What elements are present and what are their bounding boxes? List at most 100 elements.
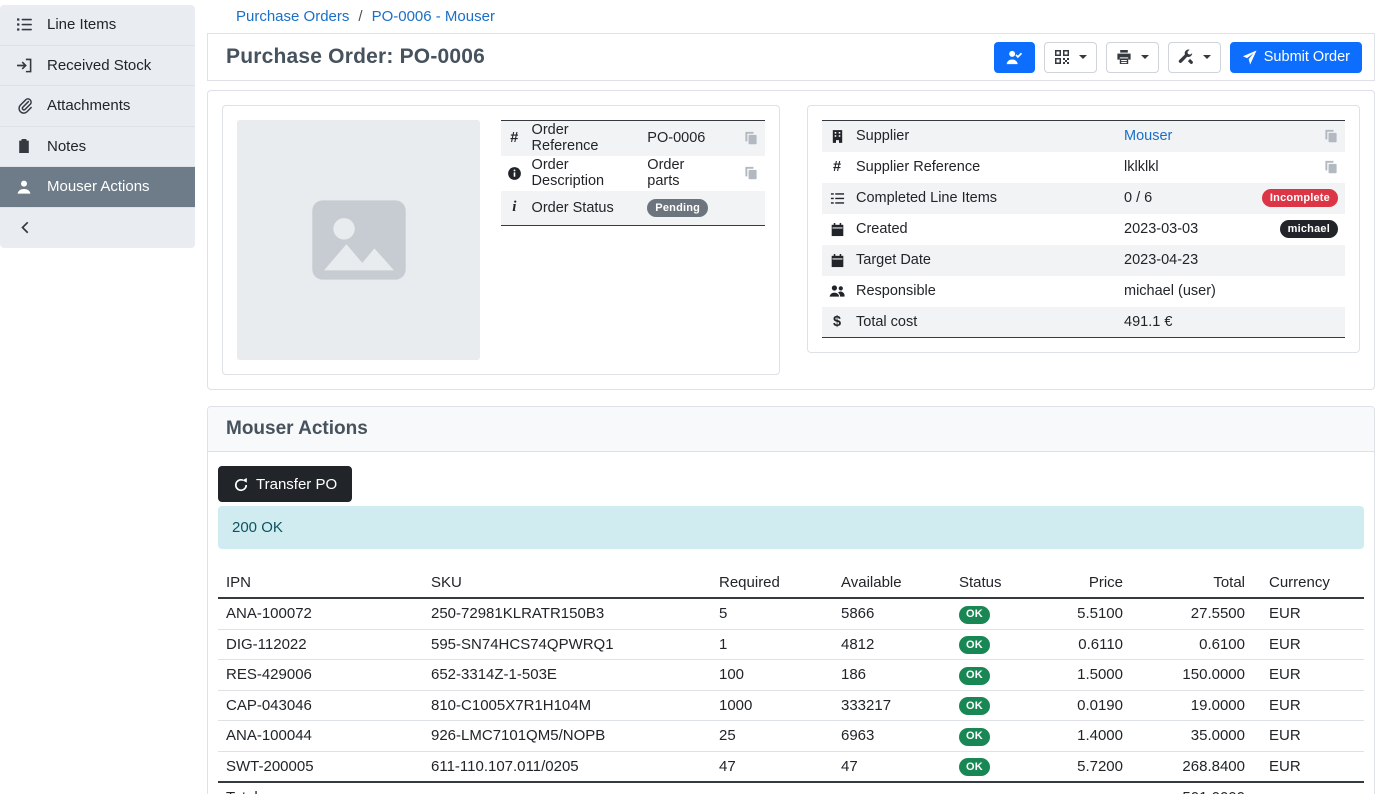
- assign-user-button[interactable]: [994, 42, 1035, 73]
- panel-body: Transfer PO 200 OK IPN SKU Required Avai…: [208, 452, 1374, 794]
- cell-required: 5: [711, 598, 833, 629]
- table-row: RES-429006 652-3314Z-1-503E 100 186 OK 1…: [218, 660, 1364, 691]
- print-actions-button[interactable]: [1106, 42, 1159, 73]
- copy-button[interactable]: [1324, 129, 1338, 143]
- list-icon: [15, 16, 33, 33]
- paperclip-icon: [15, 97, 33, 114]
- detail-row-created: Created 2023-03-03 michael: [822, 214, 1345, 245]
- breadcrumb-link-purchase-orders[interactable]: Purchase Orders: [236, 8, 349, 25]
- panel-header: Mouser Actions: [208, 407, 1374, 452]
- cell-currency: EUR: [1253, 660, 1364, 691]
- cell-currency: EUR: [1253, 629, 1364, 660]
- copy-button[interactable]: [744, 131, 758, 145]
- column-header-status: Status: [951, 567, 1051, 598]
- sidebar-menu: Line Items Received Stock Attachments No…: [0, 5, 195, 248]
- breadcrumb-link-current-order[interactable]: PO-0006 - Mouser: [372, 8, 495, 25]
- app-window: Line Items Received Stock Attachments No…: [0, 0, 1383, 794]
- list-check-icon: [822, 183, 852, 214]
- detail-label: Order Status: [528, 191, 644, 226]
- cell-available: 186: [833, 660, 951, 691]
- sidebar-item-received-stock[interactable]: Received Stock: [0, 46, 195, 87]
- footer-label: Total: [218, 782, 423, 794]
- detail-value: lklklkl: [1120, 152, 1258, 183]
- calendar-icon: [822, 245, 852, 276]
- dollar-icon: $: [822, 307, 852, 338]
- cell-ipn: CAP-043046: [218, 690, 423, 721]
- order-image[interactable]: [237, 120, 480, 360]
- info-icon: i: [501, 191, 528, 226]
- transfer-po-button[interactable]: Transfer PO: [218, 466, 352, 502]
- submit-order-button[interactable]: Submit Order: [1230, 42, 1362, 73]
- detail-value: 0 / 6: [1120, 183, 1258, 214]
- cell-ipn: ANA-100044: [218, 721, 423, 752]
- detail-label: Total cost: [852, 307, 1120, 338]
- cell-price: 1.5000: [1051, 660, 1131, 691]
- cell-required: 47: [711, 751, 833, 782]
- note-icon: [15, 138, 33, 154]
- panel-title: Mouser Actions: [226, 418, 1356, 440]
- sidebar-item-label: Received Stock: [47, 57, 151, 74]
- column-header-sku: SKU: [423, 567, 711, 598]
- cell-available: 5866: [833, 598, 951, 629]
- hash-icon: #: [822, 152, 852, 183]
- cell-sku: 595-SN74HCS74QPWRQ1: [423, 629, 711, 660]
- column-header-currency: Currency: [1253, 567, 1364, 598]
- sidebar-collapse-button[interactable]: [0, 208, 195, 249]
- cell-sku: 611-110.107.011/0205: [423, 751, 711, 782]
- sidebar-item-notes[interactable]: Notes: [0, 127, 195, 168]
- cell-required: 25: [711, 721, 833, 752]
- paper-plane-icon: [1242, 49, 1257, 65]
- detail-label: Supplier Reference: [852, 152, 1120, 183]
- detail-row-order-description: Order Description Order parts: [501, 156, 765, 191]
- table-row: CAP-043046 810-C1005X7R1H104M 1000 33321…: [218, 690, 1364, 721]
- copy-button[interactable]: [1324, 160, 1338, 174]
- detail-label: Supplier: [852, 121, 1120, 152]
- cell-required: 1: [711, 629, 833, 660]
- cell-available: 4812: [833, 629, 951, 660]
- cell-price: 5.5100: [1051, 598, 1131, 629]
- supplier-link[interactable]: Mouser: [1124, 128, 1172, 144]
- table-header-row: IPN SKU Required Available Status Price …: [218, 567, 1364, 598]
- cell-available: 6963: [833, 721, 951, 752]
- detail-row-completed-line-items: Completed Line Items 0 / 6 Incomplete: [822, 183, 1345, 214]
- info-circle-icon: [501, 156, 528, 191]
- barcode-actions-button[interactable]: [1044, 42, 1097, 73]
- cell-required: 1000: [711, 690, 833, 721]
- sidebar-item-line-items[interactable]: Line Items: [0, 5, 195, 46]
- line-items-table: IPN SKU Required Available Status Price …: [218, 567, 1364, 794]
- ok-badge: OK: [959, 606, 990, 624]
- printer-icon: [1116, 49, 1132, 65]
- sidebar-item-label: Attachments: [47, 97, 130, 114]
- copy-button[interactable]: [744, 166, 758, 180]
- column-header-required: Required: [711, 567, 833, 598]
- ok-badge: OK: [959, 758, 990, 776]
- detail-row-order-status: i Order Status Pending: [501, 191, 765, 226]
- cell-price: 0.6110: [1051, 629, 1131, 660]
- cell-total: 150.0000: [1131, 660, 1253, 691]
- cell-currency: EUR: [1253, 751, 1364, 782]
- sidebar-item-label: Line Items: [47, 16, 116, 33]
- page-header: Purchase Order: PO-0006: [207, 33, 1375, 81]
- building-icon: [822, 121, 852, 152]
- refresh-icon: [233, 475, 249, 492]
- table-row: ANA-100044 926-LMC7101QM5/NOPB 25 6963 O…: [218, 721, 1364, 752]
- detail-value: 491.1 €: [1120, 307, 1258, 338]
- cell-price: 0.0190: [1051, 690, 1131, 721]
- submit-order-label: Submit Order: [1264, 49, 1350, 65]
- cell-ipn: SWT-200005: [218, 751, 423, 782]
- cell-ipn: RES-429006: [218, 660, 423, 691]
- status-badge: Pending: [647, 199, 708, 217]
- supplier-detail-table: Supplier Mouser # Supplier Reference lkl…: [822, 120, 1345, 338]
- sign-in-icon: [15, 57, 33, 74]
- column-header-available: Available: [833, 567, 951, 598]
- user-icon: [15, 179, 33, 195]
- sidebar-item-label: Mouser Actions: [47, 178, 150, 195]
- cell-total: 27.5500: [1131, 598, 1253, 629]
- chevron-left-icon: [15, 220, 33, 235]
- detail-label: Order Reference: [528, 121, 644, 156]
- sidebar-item-mouser-actions[interactable]: Mouser Actions: [0, 167, 195, 208]
- page-title: Purchase Order: PO-0006: [226, 45, 485, 69]
- sidebar-item-attachments[interactable]: Attachments: [0, 86, 195, 127]
- detail-label: Created: [852, 214, 1120, 245]
- order-actions-button[interactable]: [1168, 42, 1221, 73]
